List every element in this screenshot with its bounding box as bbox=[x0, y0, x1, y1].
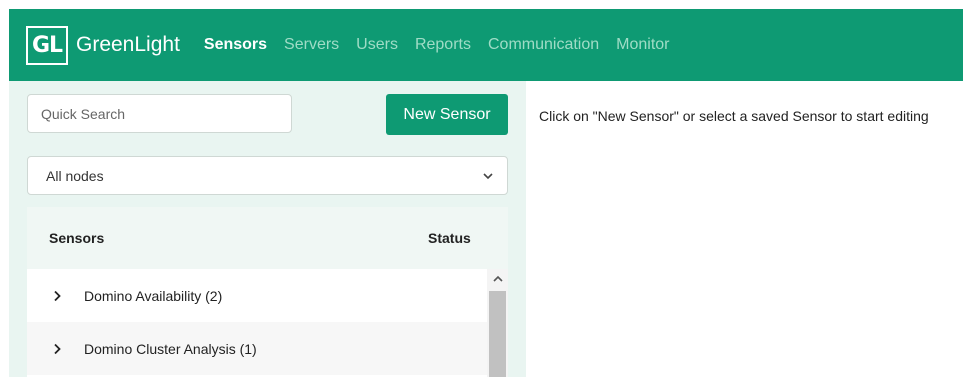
editor-empty-hint: Click on "New Sensor" or select a saved … bbox=[539, 108, 929, 124]
node-filter-value: All nodes bbox=[46, 167, 104, 184]
brand-name: GreenLight bbox=[76, 33, 180, 56]
sensor-group-label: Domino Availability (2) bbox=[84, 287, 223, 304]
quick-search-input[interactable] bbox=[27, 94, 292, 133]
logo-text: GL bbox=[31, 32, 63, 58]
top-navigation-bar: GL GreenLight Sensors Servers Users Repo… bbox=[9, 9, 963, 81]
sensor-table-body: Domino Availability (2) Domino Cluster A… bbox=[27, 269, 508, 377]
chevron-down-icon bbox=[483, 172, 493, 179]
nav-servers[interactable]: Servers bbox=[284, 36, 339, 54]
chevron-right-icon[interactable] bbox=[51, 343, 63, 355]
new-sensor-button[interactable]: New Sensor bbox=[386, 94, 508, 135]
sensor-group-label: Domino Cluster Analysis (1) bbox=[84, 340, 257, 357]
chevron-right-icon[interactable] bbox=[51, 290, 63, 302]
nav-reports[interactable]: Reports bbox=[415, 36, 471, 54]
chevron-up-icon bbox=[492, 275, 503, 282]
sensor-table-header: Sensors Status bbox=[27, 207, 508, 269]
nav-communication[interactable]: Communication bbox=[488, 36, 599, 54]
greenlight-logo[interactable]: GL bbox=[26, 25, 68, 65]
column-header-sensors[interactable]: Sensors bbox=[49, 230, 104, 246]
nav-monitor[interactable]: Monitor bbox=[616, 36, 669, 54]
node-filter-select[interactable]: All nodes bbox=[27, 156, 508, 195]
main-nav: Sensors Servers Users Reports Communicat… bbox=[204, 36, 687, 54]
scrollbar-thumb[interactable] bbox=[489, 291, 506, 377]
table-row[interactable]: Domino Availability (2) bbox=[27, 269, 487, 322]
table-scrollbar[interactable] bbox=[487, 269, 508, 377]
nav-sensors[interactable]: Sensors bbox=[204, 36, 267, 54]
sensor-sidebar: New Sensor All nodes Sensors Status Domi… bbox=[9, 81, 526, 377]
column-header-status[interactable]: Status bbox=[428, 230, 471, 246]
scroll-up-button[interactable] bbox=[487, 269, 508, 289]
table-row[interactable]: Domino Cluster Analysis (1) bbox=[27, 322, 487, 375]
nav-users[interactable]: Users bbox=[356, 36, 398, 54]
